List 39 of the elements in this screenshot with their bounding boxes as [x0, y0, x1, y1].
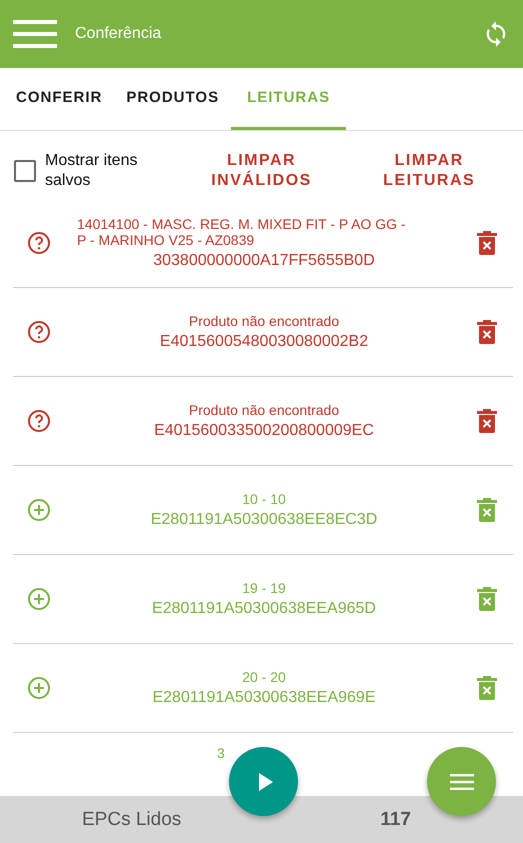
menu-icon[interactable]: [13, 19, 57, 49]
product-name: 19 - 19: [241, 580, 287, 596]
product-name: 3: [217, 745, 225, 761]
menu-button[interactable]: [427, 747, 496, 816]
product-name: 10 - 10: [241, 491, 287, 507]
help-icon: [27, 409, 51, 433]
checkbox-label: Mostrar itens salvos: [45, 151, 138, 191]
product-name: 20 - 20: [241, 669, 287, 685]
play-button[interactable]: [229, 747, 298, 816]
clear-button[interactable]: LIMPAR INVÁLIDOS: [182, 151, 342, 191]
delete-icon[interactable]: [477, 676, 497, 700]
epc-code: E2801191A50300638EE8EC3D: [150, 511, 378, 529]
add-icon: [27, 587, 51, 611]
epc-code: 303800000000A17FF5655B0D: [152, 252, 376, 270]
menu-icon: [450, 774, 474, 790]
clear-button[interactable]: LIMPAR LEITURAS: [349, 151, 510, 191]
app-title: Conferência: [75, 25, 162, 43]
help-icon: [27, 231, 51, 255]
add-icon: [27, 676, 51, 700]
tab[interactable]: CONFERIR: [4, 68, 114, 130]
delete-icon[interactable]: [477, 587, 497, 611]
product-name: Produto não encontrado: [188, 402, 340, 418]
epcs-label: EPCs Lidos: [82, 808, 182, 830]
product-name: 14014100 - MASC. REG. M. MIXED FIT - P AO GG - P - MARINHO V25 - AZ0839: [76, 216, 407, 248]
product-name: Produto não encontrado: [188, 313, 340, 329]
checkbox[interactable]: [14, 160, 36, 182]
delete-icon[interactable]: [477, 231, 497, 255]
tab[interactable]: PRODUTOS: [114, 68, 232, 130]
delete-icon[interactable]: [477, 498, 497, 522]
epcs-count: 117: [380, 808, 411, 830]
add-icon: [27, 498, 51, 522]
play-icon: [258, 772, 272, 790]
delete-icon[interactable]: [477, 409, 497, 433]
help-icon: [27, 320, 51, 344]
epc-code: E2801191A50300638EEA969E: [151, 689, 376, 707]
epc-code: E40156005480030080002B2: [158, 333, 370, 351]
delete-icon[interactable]: [477, 320, 497, 344]
epc-code: E401560033500200800009EC: [153, 422, 375, 440]
epc-code: E2801191A50300638EEA965D: [151, 600, 377, 618]
